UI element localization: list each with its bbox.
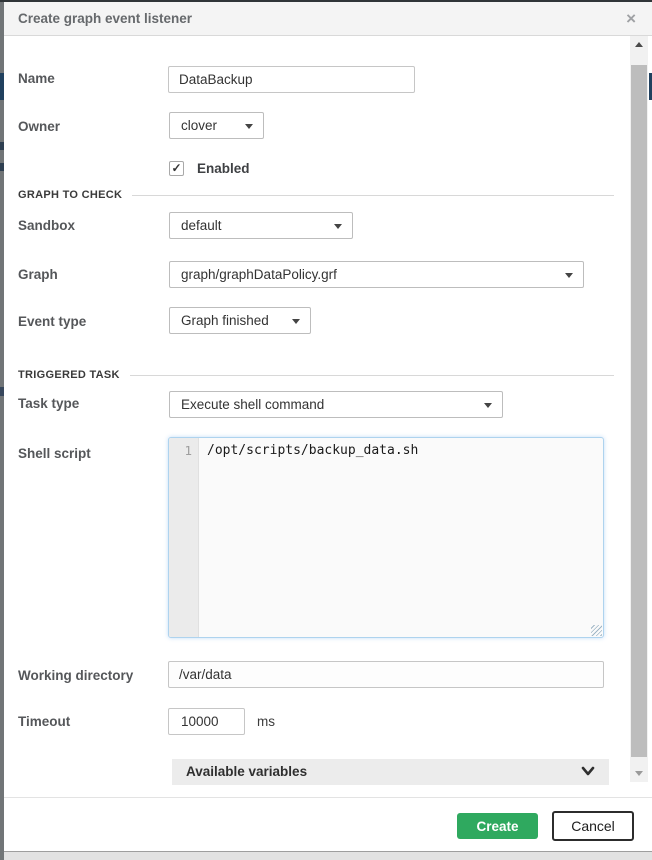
section-rule [132, 195, 614, 196]
event-type-label: Event type [18, 314, 86, 329]
shell-script-label: Shell script [18, 446, 91, 461]
caret-down-icon [565, 273, 573, 278]
available-variables-toggle[interactable]: Available variables [172, 759, 609, 785]
section-triggered-task-label: TRIGGERED TASK [18, 369, 120, 381]
screenshot-stage: Create graph event listener × Name Owner… [0, 0, 652, 860]
caret-down-icon [292, 319, 300, 324]
event-type-select[interactable]: Graph finished [169, 307, 311, 334]
arrow-down-icon [635, 771, 643, 776]
editor-line-number: 1 [184, 443, 192, 458]
sandbox-select-value: default [181, 218, 222, 233]
owner-select[interactable]: clover [169, 112, 264, 139]
arrow-up-icon [635, 42, 643, 47]
task-type-select[interactable]: Execute shell command [169, 391, 503, 418]
chevron-down-icon [581, 766, 595, 777]
caret-down-icon [484, 403, 492, 408]
sandbox-select[interactable]: default [169, 212, 353, 239]
resize-grip-icon[interactable] [591, 625, 602, 636]
footer-divider [4, 797, 652, 798]
dialog-title-bar: Create graph event listener × [4, 2, 652, 36]
graph-label: Graph [18, 267, 58, 282]
sandbox-label: Sandbox [18, 218, 75, 233]
editor-gutter: 1 [169, 438, 199, 637]
graph-select-value: graph/graphDataPolicy.grf [181, 267, 337, 282]
shell-script-code-editor[interactable]: 1 /opt/scripts/backup_data.sh [168, 437, 604, 638]
enabled-label: Enabled [197, 161, 250, 176]
caret-down-icon [334, 224, 342, 229]
working-directory-input[interactable] [168, 661, 604, 688]
editor-code-line[interactable]: /opt/scripts/backup_data.sh [207, 443, 418, 458]
cancel-button[interactable]: Cancel [552, 811, 634, 841]
timeout-input[interactable] [168, 708, 245, 735]
timeout-label: Timeout [18, 714, 70, 729]
task-type-select-value: Execute shell command [181, 397, 324, 412]
timeout-unit-label: ms [257, 714, 275, 729]
owner-select-value: clover [181, 118, 217, 133]
create-graph-event-listener-dialog: Create graph event listener × [4, 2, 652, 852]
scrollbar-down-button[interactable] [630, 765, 648, 782]
task-type-label: Task type [18, 396, 79, 411]
create-button[interactable]: Create [457, 813, 538, 839]
close-icon[interactable]: × [626, 2, 636, 35]
name-label: Name [18, 71, 55, 86]
enabled-checkbox[interactable]: ✓ [169, 161, 184, 176]
available-variables-label: Available variables [186, 759, 307, 785]
section-graph-to-check: GRAPH TO CHECK [18, 189, 614, 201]
section-rule [130, 375, 614, 376]
scrollbar-thumb[interactable] [631, 65, 647, 757]
graph-select[interactable]: graph/graphDataPolicy.grf [169, 261, 584, 288]
scrollbar-up-button[interactable] [630, 36, 648, 53]
section-triggered-task: TRIGGERED TASK [18, 369, 614, 381]
section-graph-to-check-label: GRAPH TO CHECK [18, 189, 122, 201]
name-input[interactable] [168, 66, 415, 93]
owner-label: Owner [18, 119, 60, 134]
caret-down-icon [245, 124, 253, 129]
working-directory-label: Working directory [18, 668, 133, 683]
dialog-title: Create graph event listener [18, 2, 192, 35]
event-type-select-value: Graph finished [181, 313, 269, 328]
